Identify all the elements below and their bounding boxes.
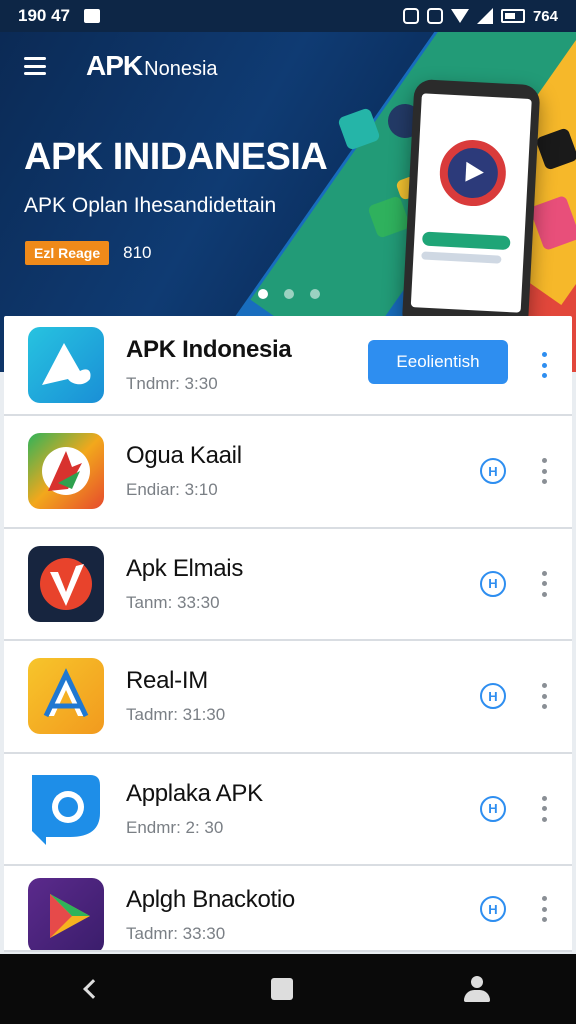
install-button[interactable]: Eeolientish xyxy=(368,340,508,384)
ogua-kaail-icon xyxy=(28,433,104,510)
real-im-icon xyxy=(28,658,104,735)
notification-icon xyxy=(84,9,100,23)
more-options-icon[interactable] xyxy=(540,570,548,597)
list-item[interactable]: Ogua Kaail Endiar: 3:10 H xyxy=(4,416,572,529)
carousel-indicator[interactable] xyxy=(258,289,320,299)
app-meta: Endiar: 3:10 xyxy=(126,480,218,500)
apk-indonesia-icon xyxy=(28,327,104,403)
more-options-icon[interactable] xyxy=(540,795,548,822)
back-icon[interactable] xyxy=(82,979,103,999)
more-options-icon[interactable] xyxy=(540,683,548,710)
signal-icon xyxy=(476,8,493,24)
menu-icon[interactable] xyxy=(24,57,46,75)
status-right-text: 764 xyxy=(532,7,558,25)
hero-count: 810 xyxy=(123,243,152,262)
app-meta: Tanm: 33:30 xyxy=(126,592,220,612)
list-item[interactable]: Apk Elmais Tanm: 33:30 H xyxy=(4,528,572,641)
app-meta: Endmr: 2: 30 xyxy=(126,817,224,837)
more-options-icon[interactable] xyxy=(540,458,548,485)
app-list: APK Indonesia Tndmr: 3:30 Eeolientish Og… xyxy=(4,316,572,952)
phone-mockup xyxy=(401,78,541,352)
apk-elmais-icon xyxy=(28,545,104,622)
play-icon xyxy=(438,138,508,208)
download-icon[interactable]: H xyxy=(480,795,506,822)
download-icon[interactable]: H xyxy=(480,896,506,922)
status-time: 190 47 xyxy=(18,6,70,25)
list-item[interactable]: Aplgh Bnackotio Tadmr: 33:30 H xyxy=(4,866,572,952)
more-options-icon[interactable] xyxy=(540,896,548,922)
list-item[interactable]: Real-IM Tadmr: 31:30 H xyxy=(4,641,572,754)
hero-title: APK INIDANESIA xyxy=(24,136,328,178)
wifi-icon xyxy=(450,9,469,23)
app-logo: APK Nonesia xyxy=(86,50,218,81)
app-meta: Tadmr: 33:30 xyxy=(126,924,226,943)
more-options-icon[interactable] xyxy=(540,352,548,378)
data-saver-icon xyxy=(426,8,443,24)
carousel-dot-1[interactable] xyxy=(258,289,268,299)
app-meta: Tadmr: 31:30 xyxy=(126,705,226,725)
profile-icon[interactable] xyxy=(464,976,491,1002)
status-bar: 190 47 764 xyxy=(0,0,576,32)
hero-subtitle: APK Oplan Ihesandidettain xyxy=(24,194,277,217)
aplgh-bnackotio-icon xyxy=(28,878,104,950)
home-icon[interactable] xyxy=(270,978,293,1000)
carousel-dot-3[interactable] xyxy=(310,289,320,299)
list-item[interactable]: APK Indonesia Tndmr: 3:30 Eeolientish xyxy=(4,316,572,416)
applaka-apk-icon xyxy=(28,770,104,847)
download-icon[interactable]: H xyxy=(480,570,506,597)
system-nav-bar xyxy=(0,954,576,1024)
hero-badge[interactable]: Ezl Reage xyxy=(25,241,110,265)
battery-icon xyxy=(500,9,525,23)
carousel-dot-2[interactable] xyxy=(284,289,294,299)
list-item[interactable]: Applaka APK Endmr: 2: 30 H xyxy=(4,753,572,866)
alarm-icon xyxy=(402,8,419,24)
